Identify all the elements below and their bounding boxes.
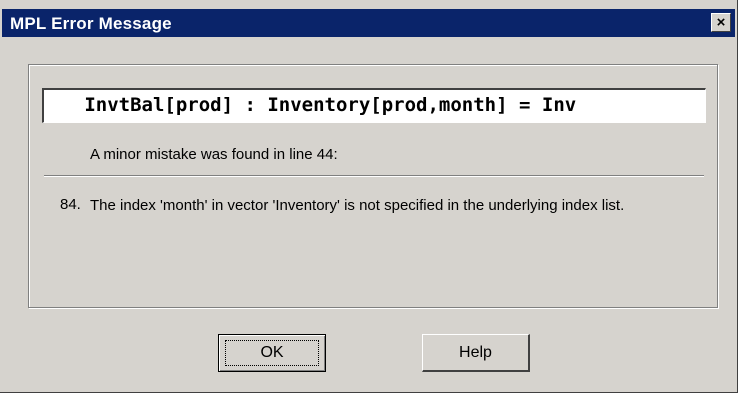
dialog-title: MPL Error Message [10, 14, 172, 33]
help-button-label: Help [459, 343, 492, 361]
title-bar[interactable]: MPL Error Message × [2, 9, 735, 37]
error-message: The index 'month' in vector 'Inventory' … [90, 197, 625, 214]
close-icon: × [716, 14, 726, 31]
ok-button-label: OK [225, 340, 319, 366]
help-button[interactable]: Help [422, 334, 530, 372]
error-summary: A minor mistake was found in line 44: [90, 146, 338, 163]
error-number: 84. [60, 196, 81, 213]
error-dialog: MPL Error Message × InvtBal[prod] : Inve… [0, 0, 738, 393]
divider [44, 175, 704, 177]
close-button[interactable]: × [711, 13, 731, 32]
error-code-line: InvtBal[prod] : Inventory[prod,month] = … [42, 88, 706, 123]
ok-button[interactable]: OK [218, 334, 326, 372]
